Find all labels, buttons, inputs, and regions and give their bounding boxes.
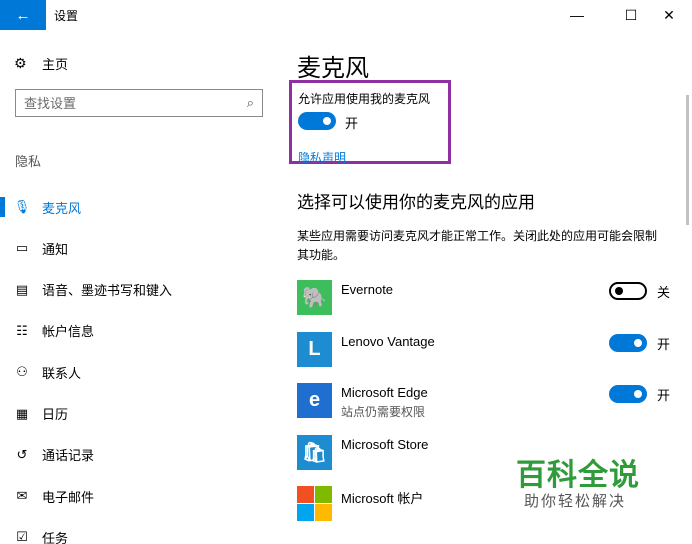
back-arrow-icon: ← [15, 6, 31, 24]
apps-subhead: 选择可以使用你的麦克风的应用 [297, 193, 535, 212]
sidebar-item-5[interactable]: ▦ 日历 [0, 394, 275, 434]
sidebar-item-label: 通话记录 [42, 448, 95, 464]
calendar-icon: ▦ [15, 405, 29, 421]
app-icon: e [297, 383, 332, 418]
minimize-button[interactable]: — [554, 0, 600, 30]
sidebar-item-label: 帐户信息 [42, 324, 95, 340]
close-button[interactable]: ✕ [646, 0, 692, 30]
allow-microphone-state: 开 [345, 116, 359, 131]
nav-home-label: 主页 [42, 57, 69, 72]
app-toggle[interactable] [609, 333, 647, 352]
app-icon: 🐘 [297, 280, 332, 315]
clipboard-icon: ▤ [15, 281, 29, 297]
sidebar-item-2[interactable]: ▤ 语音、墨迹书写和键入 [0, 270, 275, 310]
gear-icon: ⚙ [14, 55, 27, 71]
sidebar-item-label: 联系人 [42, 365, 82, 381]
sidebar: ⚙ 主页 ⌕ 隐私 🎙 麦克风 ▭ 通知 ▤ 语音、墨迹书写和键入 ☷ 帐户信息 ⚇ 联系人 ▦ 日历… [0, 30, 275, 544]
app-name: Microsoft Edge [341, 385, 428, 400]
apps-description: 某些应用需要访问麦克风才能正常工作。关闭此处的应用可能会限制其功能。 [297, 229, 658, 262]
sidebar-item-6[interactable]: ↺ 通话记录 [0, 435, 275, 475]
sidebar-item-1[interactable]: ▭ 通知 [0, 228, 275, 268]
email-icon: ✉ [16, 488, 28, 504]
sidebar-item-8[interactable]: ☑ 任务 [0, 517, 275, 544]
section-label-privacy: 隐私 [15, 154, 42, 169]
title-bar: ← 设置 — ☐ ✕ [0, 0, 692, 30]
sidebar-item-label: 语音、墨迹书写和键入 [42, 283, 173, 299]
search-input[interactable] [16, 90, 226, 116]
app-toggle[interactable] [609, 385, 647, 403]
account-info-icon: ☷ [16, 322, 28, 338]
app-toggle-state: 开 [657, 388, 671, 403]
back-button[interactable]: ← [0, 0, 46, 30]
minimize-icon: — [570, 7, 584, 23]
sidebar-item-4[interactable]: ⚇ 联系人 [0, 352, 275, 392]
maximize-icon: ☐ [624, 6, 638, 23]
app-name: Lenovo Vantage [341, 333, 435, 349]
app-toggle-state: 关 [657, 285, 671, 300]
window-title: 设置 [54, 9, 79, 23]
contacts-icon: ⚇ [16, 364, 28, 380]
notification-icon: ▭ [15, 240, 29, 256]
allow-microphone-toggle[interactable] [298, 112, 336, 130]
tasks-icon: ☑ [16, 529, 28, 544]
sidebar-item-label: 任务 [42, 530, 69, 544]
page-title: 麦克风 [297, 55, 369, 82]
app-icon-glyph: 🛍 [301, 441, 328, 464]
search-box: ⌕ [15, 89, 263, 117]
app-icon [297, 486, 332, 521]
sidebar-item-7[interactable]: ✉ 电子邮件 [0, 476, 275, 516]
app-row: L Lenovo Vantage 开 [297, 331, 677, 372]
allow-microphone-label: 允许应用使用我的麦克风 [298, 92, 431, 106]
sidebar-item-0[interactable]: 🎙 麦克风 [0, 187, 275, 227]
sidebar-item-label: 麦克风 [42, 200, 82, 216]
app-name: Evernote [341, 282, 394, 297]
app-icon: 🛍 [297, 434, 332, 470]
watermark-title: 百科全说 [516, 459, 640, 492]
app-name: Microsoft Store [341, 436, 429, 452]
app-row: e Microsoft Edge 站点仍需要权限 开 [297, 383, 677, 423]
app-toggle[interactable] [609, 282, 647, 300]
sidebar-item-label: 日历 [42, 407, 69, 422]
close-icon: ✕ [663, 6, 675, 23]
call-history-icon: ↺ [16, 446, 28, 462]
watermark: 百科全说 助你轻松解决 [508, 450, 648, 512]
app-icon-glyph: e [308, 389, 321, 411]
nav-home[interactable]: ⚙ 主页 [14, 54, 68, 73]
app-toggle-state: 开 [657, 336, 671, 352]
app-row: 🐘 Evernote 关 [297, 280, 677, 320]
sidebar-item-label: 通知 [42, 241, 69, 257]
privacy-statement-link[interactable]: 隐私声明 [298, 149, 346, 166]
sidebar-item-label: 电子邮件 [42, 489, 95, 505]
watermark-subtitle: 助你轻松解决 [524, 493, 627, 510]
microphone-icon: 🎙 [13, 199, 31, 214]
app-name: Microsoft 帐户 [341, 491, 424, 506]
sidebar-item-3[interactable]: ☷ 帐户信息 [0, 311, 275, 351]
search-icon[interactable]: ⌕ [247, 95, 254, 111]
app-icon-glyph: 🐘 [302, 287, 327, 309]
app-icon: L [297, 331, 332, 367]
app-subtext: 站点仍需要权限 [341, 405, 426, 419]
app-icon-glyph: L [308, 337, 321, 360]
scrollbar[interactable] [686, 95, 689, 225]
